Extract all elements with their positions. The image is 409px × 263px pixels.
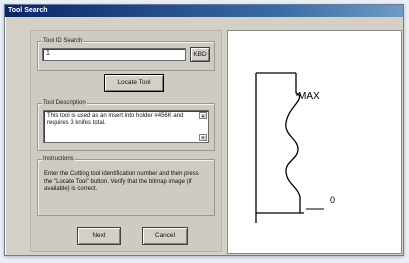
locate-tool-button[interactable]: Locate Tool (104, 74, 164, 92)
tool-id-value: 1 (46, 50, 50, 57)
tool-description-textbox[interactable]: This tool is used as an insert into hold… (43, 110, 209, 143)
next-button[interactable]: Next (77, 227, 121, 245)
instructions-label: Instructions (42, 155, 75, 163)
tool-search-window: Tool Search Tool ID Search 1 KBD Locate … (4, 4, 404, 256)
form-panel: Tool ID Search 1 KBD Locate Tool Tool De… (30, 30, 222, 252)
tool-bitmap-image: MAX 0 (227, 30, 402, 254)
scroll-down-icon: ▼ (201, 135, 205, 140)
kbd-button[interactable]: KBD (190, 47, 210, 62)
cancel-button[interactable]: Cancel (142, 227, 188, 245)
tool-id-input[interactable]: 1 (42, 48, 186, 61)
zero-label: 0 (330, 195, 335, 205)
instructions-text: Enter the Cutting tool identification nu… (44, 171, 199, 192)
tool-description-text: This tool is used as an insert into hold… (47, 113, 184, 126)
tool-id-search-label: Tool ID Search (42, 37, 84, 45)
scroll-up-button[interactable]: ▲ (199, 112, 207, 119)
locate-tool-button-label: Locate Tool (117, 79, 151, 86)
next-button-label: Next (92, 232, 106, 239)
instructions-group: Instructions Enter the Cutting tool iden… (37, 155, 215, 216)
window-title: Tool Search (8, 7, 48, 14)
max-label: MAX (298, 91, 320, 102)
tool-description-group: Tool Description This tool is used as an… (37, 99, 215, 151)
tool-id-search-group: Tool ID Search 1 KBD (37, 37, 215, 71)
window-title-bar[interactable]: Tool Search (5, 5, 403, 17)
tool-profile-drawing: MAX 0 (255, 72, 335, 223)
cancel-button-label: Cancel (154, 232, 176, 239)
kbd-button-label: KBD (193, 51, 207, 58)
scroll-up-icon: ▲ (201, 113, 205, 118)
tool-description-label: Tool Description (42, 99, 87, 107)
scroll-down-button[interactable]: ▼ (199, 134, 207, 141)
